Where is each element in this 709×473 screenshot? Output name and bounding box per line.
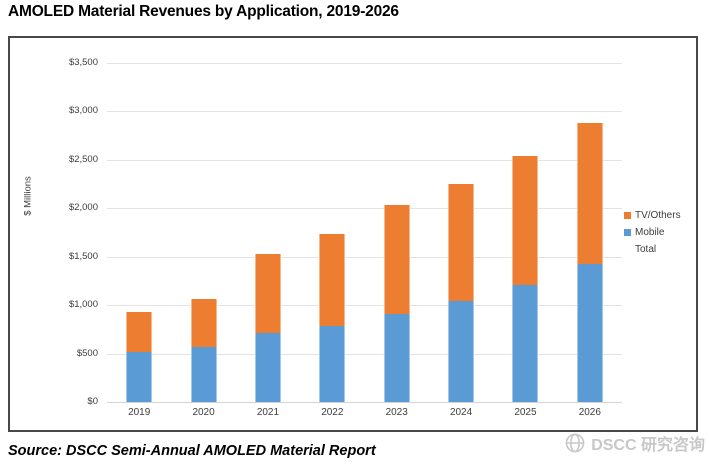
x-tick-label: 2024 [429,407,493,418]
chart-frame: $ Millions $0$500$1,000$1,500$2,000$2,50… [8,36,698,432]
x-tick-label: 2019 [107,407,171,418]
legend-item-tv-others: TV/Others [624,210,681,221]
y-tick-label: $2,500 [38,154,98,165]
bar-segment-mobile [384,314,410,402]
bar-segment-tv-others [126,312,152,352]
gridline [107,208,622,209]
bar-segment-mobile [255,333,281,402]
y-tick-label: $1,500 [38,251,98,262]
bar-segment-tv-others [512,156,538,285]
bar-2019 [126,312,152,402]
bar-segment-tv-others [191,299,217,347]
chart-title: AMOLED Material Revenues by Application,… [8,3,399,21]
bar-segment-mobile [448,301,474,402]
bar-segment-tv-others [448,184,474,301]
y-tick-label: $3,500 [38,57,98,68]
watermark-text: DSCC 研究咨询 [591,431,705,455]
bar-segment-mobile [191,347,217,402]
legend-item-total: Total [624,244,681,255]
x-tick-label: 2020 [171,407,235,418]
y-tick-label: $1,000 [38,299,98,310]
globe-icon [564,432,586,454]
legend-label: Mobile [635,227,664,238]
source-note: Source: DSCC Semi-Annual AMOLED Material… [8,443,376,459]
bar-segment-mobile [126,352,152,402]
gridline [107,305,622,306]
bar-2023 [384,205,410,402]
legend-swatch [624,229,631,236]
bar-segment-tv-others [384,205,410,314]
gridline [107,111,622,112]
bar-segment-mobile [577,264,603,402]
x-tick-label: 2026 [558,407,622,418]
bar-segment-tv-others [255,254,281,332]
legend: TV/Others Mobile Total [624,210,681,255]
x-tick-label: 2025 [493,407,557,418]
bar-segment-tv-others [577,123,603,264]
gridline [107,63,622,64]
bar-2024 [448,184,474,402]
y-tick-label: $500 [38,348,98,359]
gridline [107,402,622,403]
bar-segment-tv-others [319,234,345,326]
y-tick-label: $3,000 [38,105,98,116]
legend-item-mobile: Mobile [624,227,681,238]
bar-2026 [577,123,603,402]
bar-2020 [191,299,217,402]
bar-segment-mobile [319,326,345,402]
y-tick-label: $0 [38,396,98,407]
legend-label: TV/Others [635,210,681,221]
y-tick-label: $2,000 [38,202,98,213]
gridline [107,354,622,355]
bar-2022 [319,234,345,402]
legend-label: Total [635,244,656,255]
legend-swatch [624,212,631,219]
bar-segment-mobile [512,285,538,402]
x-tick-label: 2023 [365,407,429,418]
x-tick-label: 2021 [236,407,300,418]
x-tick-label: 2022 [300,407,364,418]
bar-2025 [512,156,538,402]
watermark: DSCC 研究咨询 [564,431,705,455]
plot-area: $0$500$1,000$1,500$2,000$2,500$3,000$3,5… [107,63,622,402]
bar-2021 [255,254,281,402]
gridline [107,257,622,258]
y-axis-title: $ Millions [23,176,34,216]
gridline [107,160,622,161]
